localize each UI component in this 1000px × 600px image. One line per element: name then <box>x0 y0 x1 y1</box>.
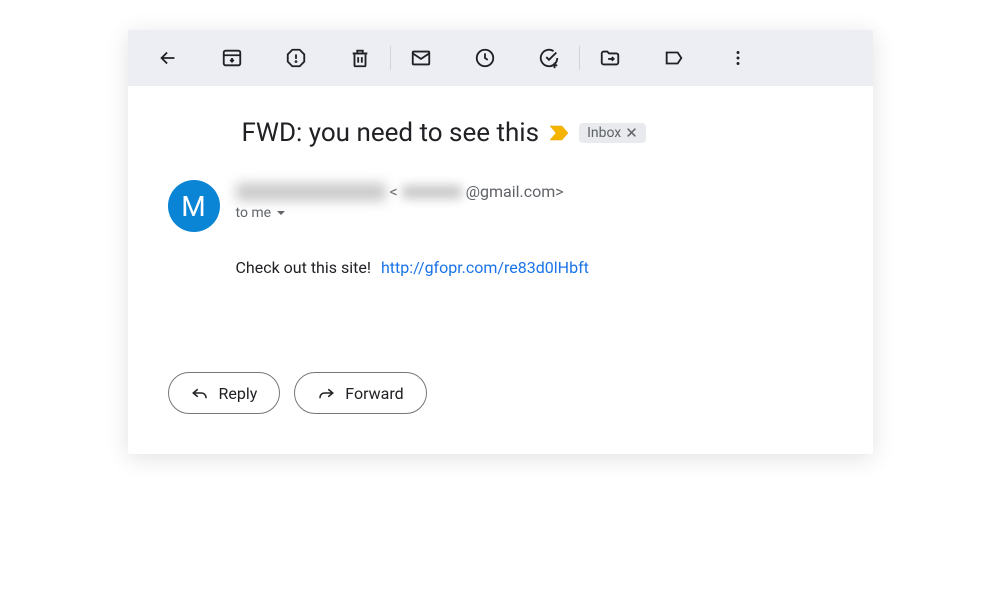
folder-move-icon <box>599 47 621 69</box>
email-content: FWD: you need to see this Inbox ✕ M < @g… <box>128 86 873 454</box>
avatar-letter: M <box>181 190 205 223</box>
toolbar-separator <box>579 46 580 70</box>
move-to-button[interactable] <box>590 38 630 78</box>
toolbar-separator <box>390 46 391 70</box>
snooze-button[interactable] <box>465 38 505 78</box>
check-add-icon <box>538 47 560 69</box>
archive-icon <box>221 47 243 69</box>
reply-button[interactable]: Reply <box>168 372 281 414</box>
report-spam-button[interactable] <box>276 38 316 78</box>
more-vertical-icon <box>727 47 749 69</box>
important-marker[interactable] <box>549 126 569 140</box>
email-toolbar <box>128 30 873 86</box>
sender-name-redacted <box>236 183 386 201</box>
add-task-button[interactable] <box>529 38 569 78</box>
body-text: Check out this site! <box>236 258 371 277</box>
sender-line: < @gmail.com> <box>236 182 564 201</box>
sender-row: M < @gmail.com> to me <box>168 180 833 232</box>
remove-label-icon[interactable]: ✕ <box>625 126 638 141</box>
trash-icon <box>349 47 371 69</box>
email-window: FWD: you need to see this Inbox ✕ M < @g… <box>128 30 873 454</box>
reply-actions: Reply Forward <box>168 372 833 414</box>
label-chip-text: Inbox <box>587 125 621 141</box>
forward-button[interactable]: Forward <box>294 372 426 414</box>
reply-icon <box>191 384 209 402</box>
label-icon <box>663 47 685 69</box>
arrow-left-icon <box>157 47 179 69</box>
recipient-text: to me <box>236 205 272 221</box>
forward-label: Forward <box>345 384 403 403</box>
sender-email-redacted <box>402 185 462 199</box>
subject-row: FWD: you need to see this Inbox ✕ <box>168 118 833 148</box>
mark-unread-button[interactable] <box>401 38 441 78</box>
sender-email-bracket-open: < <box>390 182 398 201</box>
sender-avatar[interactable]: M <box>168 180 220 232</box>
back-button[interactable] <box>148 38 188 78</box>
chevron-down-icon <box>275 207 287 219</box>
reply-label: Reply <box>219 384 258 403</box>
email-body: Check out this site! http://gfopr.com/re… <box>168 258 833 277</box>
archive-button[interactable] <box>212 38 252 78</box>
important-icon <box>549 125 569 141</box>
labels-button[interactable] <box>654 38 694 78</box>
label-chip[interactable]: Inbox ✕ <box>579 123 646 143</box>
clock-icon <box>474 47 496 69</box>
envelope-icon <box>410 47 432 69</box>
delete-button[interactable] <box>340 38 380 78</box>
spam-icon <box>285 47 307 69</box>
body-link[interactable]: http://gfopr.com/re83d0lHbft <box>381 258 589 277</box>
recipient-details-toggle[interactable] <box>275 207 287 219</box>
forward-icon <box>317 384 335 402</box>
more-button[interactable] <box>718 38 758 78</box>
sender-email-suffix: @gmail.com> <box>466 182 564 201</box>
email-subject: FWD: you need to see this <box>242 118 540 148</box>
sender-info: < @gmail.com> to me <box>236 180 564 221</box>
recipient-line[interactable]: to me <box>236 205 564 221</box>
